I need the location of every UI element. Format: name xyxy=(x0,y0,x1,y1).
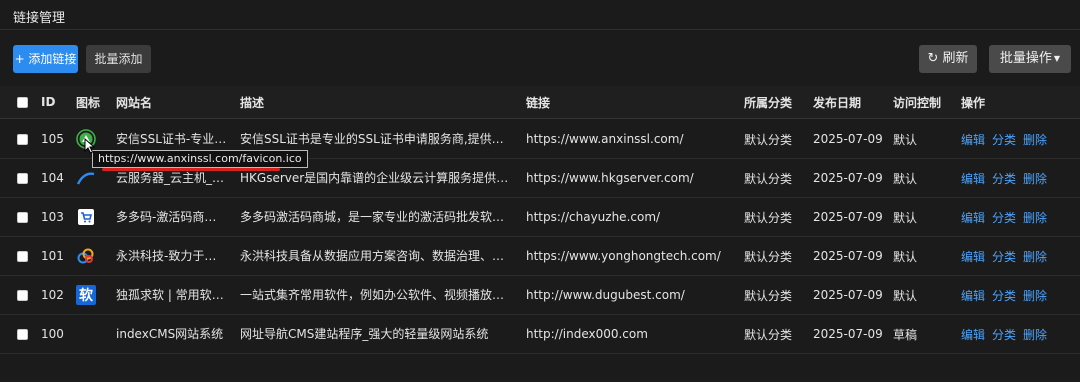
category-link[interactable]: 分类 xyxy=(992,131,1016,148)
row-access: 默认 xyxy=(893,132,918,147)
row-checkbox[interactable] xyxy=(17,250,28,262)
row-date: 2025-07-09 xyxy=(813,210,883,224)
row-description: 永洪科技具备从数据应用方案咨询、数据治理、数据… xyxy=(240,248,512,263)
row-link[interactable]: https://www.hkgserver.com/ xyxy=(526,159,694,197)
edit-link[interactable]: 编辑 xyxy=(961,170,985,187)
category-link[interactable]: 分类 xyxy=(992,170,1016,187)
row-access: 默认 xyxy=(893,249,918,264)
batch-operations-dropdown[interactable]: 批量操作 ▼ xyxy=(989,45,1071,73)
row-access: 默认 xyxy=(893,210,918,225)
row-description: 多多码激活码商城，是一家专业的激活码批发软件商… xyxy=(240,209,512,224)
row-category: 默认分类 xyxy=(744,327,793,342)
row-id: 105 xyxy=(41,132,64,146)
page-title: 链接管理 xyxy=(13,11,66,26)
row-id: 104 xyxy=(41,171,64,185)
dugubest-glyph: 软 xyxy=(79,287,94,304)
delete-link[interactable]: 删除 xyxy=(1023,326,1047,343)
row-description: 一站式集齐常用软件，例如办公软件、视频播放、安… xyxy=(240,287,512,302)
highlight-underline xyxy=(102,168,280,171)
table-row: 103 多多码-激活码商城-… 多多码激活码商城，是一家专业的激活码批发软件商… ht… xyxy=(0,198,1080,237)
table-row: 100 indexCMS网站系统 网址导航CMS建站程序_强大的轻量级网站系统 htt… xyxy=(0,315,1080,354)
table-row: 102 软 独孤求软 | 常用软件… 一站式集齐常用软件，例如办公软件、视频播放、安…… xyxy=(0,276,1080,315)
row-checkbox[interactable] xyxy=(17,172,28,184)
row-category: 默认分类 xyxy=(744,249,793,264)
row-id: 103 xyxy=(41,210,64,224)
header-ops: 操作 xyxy=(961,95,986,110)
edit-link[interactable]: 编辑 xyxy=(961,248,985,265)
header-category: 所属分类 xyxy=(744,95,793,110)
caret-down-icon: ▼ xyxy=(1053,54,1061,63)
delete-link[interactable]: 删除 xyxy=(1023,248,1047,265)
row-category: 默认分类 xyxy=(744,132,793,147)
batch-add-button[interactable]: 批量添加 xyxy=(86,45,151,73)
cart-icon xyxy=(76,198,106,236)
add-link-button[interactable]: + 添加链接 xyxy=(13,45,78,73)
edit-link[interactable]: 编辑 xyxy=(961,326,985,343)
category-link[interactable]: 分类 xyxy=(992,287,1016,304)
yonghong-icon xyxy=(76,237,106,275)
row-category: 默认分类 xyxy=(744,171,793,186)
empty-icon xyxy=(76,315,106,353)
edit-link[interactable]: 编辑 xyxy=(961,287,985,304)
refresh-label: 刷新 xyxy=(942,51,969,66)
table-header: ID 图标 网站名 描述 链接 所属分类 发布日期 访问控制 操作 xyxy=(0,86,1080,119)
row-checkbox[interactable] xyxy=(17,289,28,301)
row-access: 草稿 xyxy=(893,327,918,342)
edit-link[interactable]: 编辑 xyxy=(961,131,985,148)
row-id: 102 xyxy=(41,288,64,302)
row-link[interactable]: http://index000.com xyxy=(526,315,648,353)
row-checkbox[interactable] xyxy=(17,211,28,223)
refresh-button[interactable]: ↻ 刷新 xyxy=(919,45,977,73)
row-date: 2025-07-09 xyxy=(813,288,883,302)
table-row: 101 永洪科技-致力于打… 永洪科技具备从数据应用方案咨询、数据治理、数据… htt… xyxy=(0,237,1080,276)
row-link[interactable]: https://www.yonghongtech.com/ xyxy=(526,237,721,275)
row-access: 默认 xyxy=(893,171,918,186)
row-description: 网址导航CMS建站程序_强大的轻量级网站系统 xyxy=(240,326,489,341)
row-id: 101 xyxy=(41,249,64,263)
row-category: 默认分类 xyxy=(744,288,793,303)
header-icon: 图标 xyxy=(76,95,101,110)
favicon-url-tooltip: https://www.anxinssl.com/favicon.ico xyxy=(92,150,308,168)
title-divider xyxy=(0,29,1080,30)
category-link[interactable]: 分类 xyxy=(992,209,1016,226)
row-date: 2025-07-09 xyxy=(813,327,883,341)
dugubest-icon: 软 xyxy=(76,276,106,314)
row-site-name: 独孤求软 | 常用软件… xyxy=(116,287,228,302)
row-date: 2025-07-09 xyxy=(813,249,883,263)
header-date[interactable]: 发布日期 xyxy=(813,86,887,118)
row-site-name: indexCMS网站系统 xyxy=(116,326,224,341)
delete-link[interactable]: 删除 xyxy=(1023,287,1047,304)
row-link[interactable]: https://chayuzhe.com/ xyxy=(526,198,660,236)
row-link[interactable]: https://www.anxinssl.com/ xyxy=(526,120,684,158)
row-access: 默认 xyxy=(893,288,918,303)
row-category: 默认分类 xyxy=(744,210,793,225)
header-access: 访问控制 xyxy=(893,95,942,110)
edit-link[interactable]: 编辑 xyxy=(961,209,985,226)
mouse-cursor-icon xyxy=(84,138,96,154)
header-id[interactable]: ID xyxy=(41,86,69,118)
row-id: 100 xyxy=(41,327,64,341)
row-link[interactable]: http://www.dugubest.com/ xyxy=(526,276,685,314)
delete-link[interactable]: 删除 xyxy=(1023,209,1047,226)
header-link: 链接 xyxy=(526,95,551,110)
row-checkbox[interactable] xyxy=(17,133,28,145)
header-name: 网站名 xyxy=(116,95,153,110)
row-date: 2025-07-09 xyxy=(813,171,883,185)
row-site-name: 多多码-激活码商城-… xyxy=(116,209,228,224)
category-link[interactable]: 分类 xyxy=(992,326,1016,343)
row-checkbox[interactable] xyxy=(17,328,28,340)
delete-link[interactable]: 删除 xyxy=(1023,131,1047,148)
delete-link[interactable]: 删除 xyxy=(1023,170,1047,187)
select-all-checkbox[interactable] xyxy=(17,96,28,108)
row-date: 2025-07-09 xyxy=(813,132,883,146)
row-site-name: 永洪科技-致力于打… xyxy=(116,248,228,263)
refresh-icon: ↻ xyxy=(927,51,939,66)
batch-op-label: 批量操作 xyxy=(999,51,1052,66)
category-link[interactable]: 分类 xyxy=(992,248,1016,265)
header-desc: 描述 xyxy=(240,95,265,110)
